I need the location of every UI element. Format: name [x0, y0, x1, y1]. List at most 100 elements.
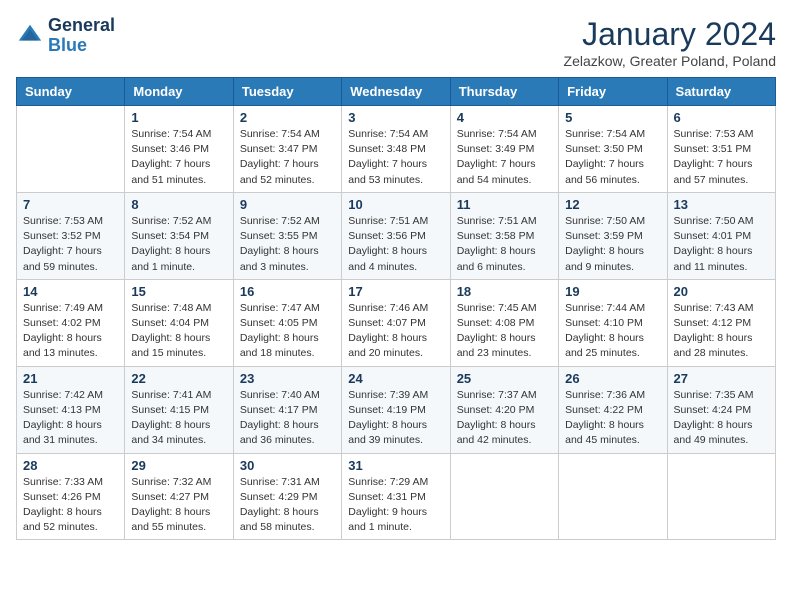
day-info: Sunrise: 7:42 AM Sunset: 4:13 PM Dayligh…: [23, 388, 118, 449]
calendar-cell: 2 Sunrise: 7:54 AM Sunset: 3:47 PM Dayli…: [233, 106, 341, 193]
calendar-cell: 19 Sunrise: 7:44 AM Sunset: 4:10 PM Dayl…: [559, 279, 667, 366]
weekday-header-friday: Friday: [559, 78, 667, 106]
day-info: Sunrise: 7:48 AM Sunset: 4:04 PM Dayligh…: [131, 301, 226, 362]
day-number: 17: [348, 284, 443, 299]
calendar-cell: [450, 453, 558, 540]
day-info: Sunrise: 7:31 AM Sunset: 4:29 PM Dayligh…: [240, 475, 335, 536]
weekday-header-tuesday: Tuesday: [233, 78, 341, 106]
weekday-header-monday: Monday: [125, 78, 233, 106]
calendar-cell: 9 Sunrise: 7:52 AM Sunset: 3:55 PM Dayli…: [233, 192, 341, 279]
calendar-cell: 16 Sunrise: 7:47 AM Sunset: 4:05 PM Dayl…: [233, 279, 341, 366]
day-number: 22: [131, 371, 226, 386]
calendar-cell: 7 Sunrise: 7:53 AM Sunset: 3:52 PM Dayli…: [17, 192, 125, 279]
day-number: 3: [348, 110, 443, 125]
day-info: Sunrise: 7:53 AM Sunset: 3:51 PM Dayligh…: [674, 127, 769, 188]
day-info: Sunrise: 7:35 AM Sunset: 4:24 PM Dayligh…: [674, 388, 769, 449]
weekday-header-sunday: Sunday: [17, 78, 125, 106]
calendar-cell: 5 Sunrise: 7:54 AM Sunset: 3:50 PM Dayli…: [559, 106, 667, 193]
calendar-cell: 8 Sunrise: 7:52 AM Sunset: 3:54 PM Dayli…: [125, 192, 233, 279]
calendar-cell: 14 Sunrise: 7:49 AM Sunset: 4:02 PM Dayl…: [17, 279, 125, 366]
calendar-week-5: 28 Sunrise: 7:33 AM Sunset: 4:26 PM Dayl…: [17, 453, 776, 540]
calendar-cell: 31 Sunrise: 7:29 AM Sunset: 4:31 PM Dayl…: [342, 453, 450, 540]
day-info: Sunrise: 7:54 AM Sunset: 3:47 PM Dayligh…: [240, 127, 335, 188]
month-title: January 2024: [564, 16, 776, 53]
day-info: Sunrise: 7:33 AM Sunset: 4:26 PM Dayligh…: [23, 475, 118, 536]
calendar-week-4: 21 Sunrise: 7:42 AM Sunset: 4:13 PM Dayl…: [17, 366, 776, 453]
day-number: 27: [674, 371, 769, 386]
day-number: 13: [674, 197, 769, 212]
calendar-cell: [559, 453, 667, 540]
day-number: 8: [131, 197, 226, 212]
day-info: Sunrise: 7:47 AM Sunset: 4:05 PM Dayligh…: [240, 301, 335, 362]
page-header: General Blue January 2024 Zelazkow, Grea…: [16, 16, 776, 69]
day-info: Sunrise: 7:40 AM Sunset: 4:17 PM Dayligh…: [240, 388, 335, 449]
day-info: Sunrise: 7:45 AM Sunset: 4:08 PM Dayligh…: [457, 301, 552, 362]
day-info: Sunrise: 7:51 AM Sunset: 3:56 PM Dayligh…: [348, 214, 443, 275]
day-number: 11: [457, 197, 552, 212]
calendar-cell: 4 Sunrise: 7:54 AM Sunset: 3:49 PM Dayli…: [450, 106, 558, 193]
logo-general: General: [48, 15, 115, 35]
calendar-cell: 6 Sunrise: 7:53 AM Sunset: 3:51 PM Dayli…: [667, 106, 775, 193]
calendar-cell: 24 Sunrise: 7:39 AM Sunset: 4:19 PM Dayl…: [342, 366, 450, 453]
day-number: 31: [348, 458, 443, 473]
calendar-cell: 10 Sunrise: 7:51 AM Sunset: 3:56 PM Dayl…: [342, 192, 450, 279]
calendar-cell: 21 Sunrise: 7:42 AM Sunset: 4:13 PM Dayl…: [17, 366, 125, 453]
weekday-header-wednesday: Wednesday: [342, 78, 450, 106]
day-info: Sunrise: 7:49 AM Sunset: 4:02 PM Dayligh…: [23, 301, 118, 362]
day-number: 20: [674, 284, 769, 299]
calendar-cell: 26 Sunrise: 7:36 AM Sunset: 4:22 PM Dayl…: [559, 366, 667, 453]
calendar-cell: 1 Sunrise: 7:54 AM Sunset: 3:46 PM Dayli…: [125, 106, 233, 193]
calendar-cell: 25 Sunrise: 7:37 AM Sunset: 4:20 PM Dayl…: [450, 366, 558, 453]
weekday-header-row: SundayMondayTuesdayWednesdayThursdayFrid…: [17, 78, 776, 106]
calendar-cell: 11 Sunrise: 7:51 AM Sunset: 3:58 PM Dayl…: [450, 192, 558, 279]
day-number: 24: [348, 371, 443, 386]
calendar-cell: 18 Sunrise: 7:45 AM Sunset: 4:08 PM Dayl…: [450, 279, 558, 366]
day-info: Sunrise: 7:36 AM Sunset: 4:22 PM Dayligh…: [565, 388, 660, 449]
calendar-cell: 30 Sunrise: 7:31 AM Sunset: 4:29 PM Dayl…: [233, 453, 341, 540]
day-number: 1: [131, 110, 226, 125]
day-number: 12: [565, 197, 660, 212]
calendar-cell: 12 Sunrise: 7:50 AM Sunset: 3:59 PM Dayl…: [559, 192, 667, 279]
calendar-week-1: 1 Sunrise: 7:54 AM Sunset: 3:46 PM Dayli…: [17, 106, 776, 193]
calendar-cell: 27 Sunrise: 7:35 AM Sunset: 4:24 PM Dayl…: [667, 366, 775, 453]
day-info: Sunrise: 7:53 AM Sunset: 3:52 PM Dayligh…: [23, 214, 118, 275]
day-number: 25: [457, 371, 552, 386]
day-number: 2: [240, 110, 335, 125]
day-number: 6: [674, 110, 769, 125]
calendar-week-3: 14 Sunrise: 7:49 AM Sunset: 4:02 PM Dayl…: [17, 279, 776, 366]
calendar-table: SundayMondayTuesdayWednesdayThursdayFrid…: [16, 77, 776, 540]
day-number: 29: [131, 458, 226, 473]
day-number: 9: [240, 197, 335, 212]
day-number: 15: [131, 284, 226, 299]
day-number: 19: [565, 284, 660, 299]
day-info: Sunrise: 7:32 AM Sunset: 4:27 PM Dayligh…: [131, 475, 226, 536]
calendar-cell: 3 Sunrise: 7:54 AM Sunset: 3:48 PM Dayli…: [342, 106, 450, 193]
day-info: Sunrise: 7:52 AM Sunset: 3:55 PM Dayligh…: [240, 214, 335, 275]
day-info: Sunrise: 7:41 AM Sunset: 4:15 PM Dayligh…: [131, 388, 226, 449]
day-number: 5: [565, 110, 660, 125]
day-info: Sunrise: 7:54 AM Sunset: 3:46 PM Dayligh…: [131, 127, 226, 188]
calendar-cell: 23 Sunrise: 7:40 AM Sunset: 4:17 PM Dayl…: [233, 366, 341, 453]
calendar-cell: 15 Sunrise: 7:48 AM Sunset: 4:04 PM Dayl…: [125, 279, 233, 366]
title-block: January 2024 Zelazkow, Greater Poland, P…: [564, 16, 776, 69]
day-info: Sunrise: 7:54 AM Sunset: 3:50 PM Dayligh…: [565, 127, 660, 188]
day-info: Sunrise: 7:51 AM Sunset: 3:58 PM Dayligh…: [457, 214, 552, 275]
calendar-cell: 20 Sunrise: 7:43 AM Sunset: 4:12 PM Dayl…: [667, 279, 775, 366]
day-number: 26: [565, 371, 660, 386]
day-number: 23: [240, 371, 335, 386]
day-info: Sunrise: 7:44 AM Sunset: 4:10 PM Dayligh…: [565, 301, 660, 362]
weekday-header-thursday: Thursday: [450, 78, 558, 106]
day-info: Sunrise: 7:54 AM Sunset: 3:49 PM Dayligh…: [457, 127, 552, 188]
calendar-cell: 17 Sunrise: 7:46 AM Sunset: 4:07 PM Dayl…: [342, 279, 450, 366]
day-info: Sunrise: 7:29 AM Sunset: 4:31 PM Dayligh…: [348, 475, 443, 536]
calendar-cell: 22 Sunrise: 7:41 AM Sunset: 4:15 PM Dayl…: [125, 366, 233, 453]
day-info: Sunrise: 7:52 AM Sunset: 3:54 PM Dayligh…: [131, 214, 226, 275]
calendar-cell: [667, 453, 775, 540]
calendar-cell: 29 Sunrise: 7:32 AM Sunset: 4:27 PM Dayl…: [125, 453, 233, 540]
day-number: 16: [240, 284, 335, 299]
day-info: Sunrise: 7:50 AM Sunset: 4:01 PM Dayligh…: [674, 214, 769, 275]
location-subtitle: Zelazkow, Greater Poland, Poland: [564, 53, 776, 69]
logo-blue: Blue: [48, 35, 87, 55]
day-info: Sunrise: 7:39 AM Sunset: 4:19 PM Dayligh…: [348, 388, 443, 449]
day-number: 28: [23, 458, 118, 473]
